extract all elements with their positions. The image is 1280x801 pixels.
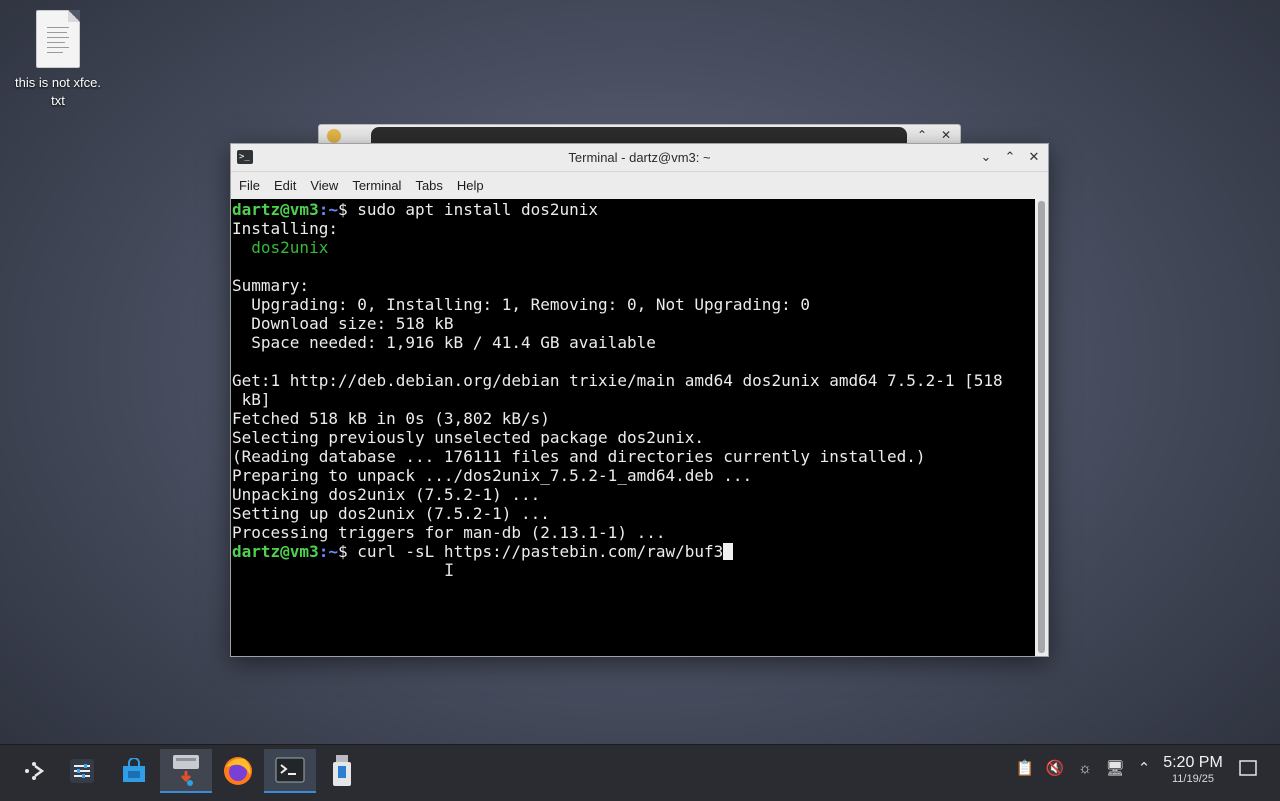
terminal-icon — [275, 757, 305, 783]
desktop-file-label: this is not xfce. txt — [15, 75, 101, 108]
terminal-taskbar-button[interactable] — [264, 749, 316, 793]
terminal-line: Installing: — [232, 219, 338, 238]
kde-launcher-icon — [25, 762, 45, 780]
taskbar: 📋 🔇 ☼ 🖥 ⌃ 5:20 PM 11/19/25 — [0, 744, 1280, 801]
prompt-user: dartz@vm3 — [232, 200, 319, 219]
settings-sliders-icon — [70, 759, 94, 783]
terminal-line: Download size: 518 kB — [232, 314, 454, 333]
window-title: Terminal - dartz@vm3: ~ — [568, 150, 711, 165]
prompt-symbol: $ — [337, 542, 358, 561]
usb-drive-button[interactable] — [316, 749, 368, 793]
menu-view[interactable]: View — [303, 172, 345, 199]
application-launcher-button[interactable] — [8, 749, 60, 793]
command-text: sudo apt install dos2unix — [357, 200, 599, 219]
terminal-line: Preparing to unpack .../dos2unix_7.5.2-1… — [232, 466, 753, 485]
text-file-icon — [36, 10, 80, 68]
terminal-line: Space needed: 1,916 kB / 41.4 GB availab… — [232, 333, 656, 352]
prompt-symbol: $ — [337, 200, 358, 219]
terminal-line: Fetched 518 kB in 0s (3,802 kB/s) — [232, 409, 550, 428]
terminal-line: Upgrading: 0, Installing: 1, Removing: 0… — [232, 295, 810, 314]
clock-time: 5:20 PM — [1163, 754, 1223, 771]
desktop-file-icon[interactable]: this is not xfce. txt — [8, 8, 108, 110]
menu-tabs[interactable]: Tabs — [408, 172, 449, 199]
scrollbar[interactable] — [1035, 199, 1048, 656]
store-bag-icon — [123, 758, 145, 782]
terminal-line: dartz@vm3:~$ sudo apt install dos2unix — [232, 200, 1035, 219]
show-desktop-icon — [1239, 760, 1257, 776]
prompt-user: dartz@vm3 — [232, 542, 319, 561]
prompt-path: :~ — [318, 200, 338, 219]
menu-terminal[interactable]: Terminal — [345, 172, 408, 199]
volume-muted-icon[interactable]: 🔇 — [1045, 759, 1065, 779]
system-settings-button[interactable] — [56, 749, 108, 793]
terminal-line: Unpacking dos2unix (7.5.2-1) ... — [232, 485, 541, 504]
clock[interactable]: 5:20 PM 11/19/25 — [1160, 754, 1226, 786]
terminal-line: Get:1 http://deb.debian.org/debian trixi… — [232, 371, 1003, 390]
show-desktop-button[interactable] — [1238, 760, 1258, 780]
app-icon — [327, 129, 341, 143]
usb-drive-icon — [333, 755, 351, 786]
terminal-line: kB] — [232, 390, 271, 409]
menu-bar: File Edit View Terminal Tabs Help — [231, 172, 1048, 200]
terminal-window[interactable]: >_ Terminal - dartz@vm3: ~ ⌄ ⌃ ✕ File Edi… — [230, 143, 1049, 657]
maximize-button[interactable]: ⌃ — [1000, 148, 1020, 166]
menu-file[interactable]: File — [232, 172, 267, 199]
menu-edit[interactable]: Edit — [267, 172, 303, 199]
terminal-line: Processing triggers for man-db (2.13.1-1… — [232, 523, 666, 542]
prompt-path: :~ — [318, 542, 338, 561]
menu-help[interactable]: Help — [450, 172, 491, 199]
terminal-line: Summary: — [232, 276, 310, 295]
chevron-up-icon[interactable]: ⌃ — [917, 128, 927, 142]
firefox-icon — [224, 757, 252, 785]
command-text: curl -sL https://pastebin.com/raw/buf3 — [357, 542, 724, 561]
clipboard-icon[interactable]: 📋 — [1015, 759, 1035, 779]
close-button[interactable]: ✕ — [1024, 148, 1044, 166]
text-cursor-icon: I — [444, 561, 455, 581]
terminal-cursor — [723, 543, 734, 560]
terminal-output[interactable]: dartz@vm3:~$ sudo apt install dos2unix In… — [231, 199, 1035, 656]
firefox-button[interactable] — [212, 749, 264, 793]
expand-tray-icon[interactable]: ⌃ — [1134, 759, 1154, 779]
titlebar[interactable]: >_ Terminal - dartz@vm3: ~ ⌄ ⌃ ✕ — [231, 144, 1048, 172]
brightness-icon[interactable]: ☼ — [1075, 759, 1095, 779]
clock-date: 11/19/25 — [1171, 773, 1214, 785]
terminal-line: Setting up dos2unix (7.5.2-1) ... — [232, 504, 550, 523]
minimize-button[interactable]: ⌄ — [976, 148, 996, 166]
terminal-line: Selecting previously unselected package … — [232, 428, 705, 447]
discover-store-button[interactable] — [108, 749, 160, 793]
package-install-icon — [173, 755, 199, 786]
close-icon[interactable]: ✕ — [941, 128, 951, 142]
network-icon[interactable]: 🖥 — [1105, 759, 1125, 779]
terminal-line: dartz@vm3:~$ curl -sL https://pastebin.c… — [232, 542, 1035, 561]
terminal-line: dos2unix — [232, 238, 329, 257]
scrollbar-thumb[interactable] — [1038, 201, 1045, 653]
package-install-button[interactable] — [160, 749, 212, 793]
terminal-line: (Reading database ... 176111 files and d… — [232, 447, 926, 466]
